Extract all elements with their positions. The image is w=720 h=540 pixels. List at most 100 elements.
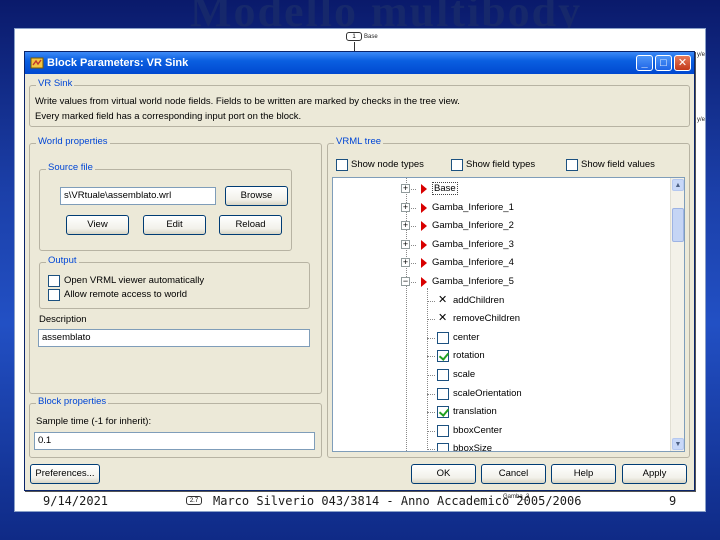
ok-button[interactable]: OK xyxy=(411,464,476,484)
dialog-titlebar[interactable]: Block Parameters: VR Sink _ □ ✕ xyxy=(25,52,694,74)
page-number: 9 xyxy=(669,494,677,508)
preferences-button[interactable]: Preferences... xyxy=(30,464,100,484)
field-checkbox[interactable] xyxy=(437,350,449,363)
tree-branch-line xyxy=(427,375,435,376)
tree-field-row[interactable]: bboxCenter xyxy=(333,422,668,440)
vr-sink-group-title: VR Sink xyxy=(36,78,75,89)
field-checkbox[interactable] xyxy=(437,406,449,419)
open-viewer-label: Open VRML viewer automatically xyxy=(64,275,205,286)
apply-button[interactable]: Apply xyxy=(622,464,687,484)
scroll-down-arrow-icon[interactable]: ▼ xyxy=(672,438,684,450)
sample-time-input[interactable]: 0.1 xyxy=(34,432,315,450)
view-button[interactable]: View xyxy=(66,215,129,235)
tree-branch-line xyxy=(427,412,435,414)
simulink-caption-right-1: y/e xyxy=(697,52,706,58)
maximize-button[interactable]: □ xyxy=(655,55,672,71)
vr-sink-description-line1: Write values from virtual world node fie… xyxy=(35,96,460,107)
cancel-button[interactable]: Cancel xyxy=(481,464,546,484)
field-checkbox[interactable] xyxy=(437,387,449,400)
vrml-tree-title: VRML tree xyxy=(334,136,384,147)
source-file-title: Source file xyxy=(46,162,95,173)
tree-node-row[interactable]: + Gamba_Inferiore_3 xyxy=(333,236,668,254)
tree-field-label: addChildren xyxy=(453,294,505,306)
tree-field-row[interactable]: bboxSize xyxy=(333,440,668,451)
description-label: Description xyxy=(39,314,87,325)
reload-button[interactable]: Reload xyxy=(219,215,282,235)
vrml-node-icon xyxy=(421,202,427,213)
not-writable-icon: ✕ xyxy=(438,293,448,306)
field-checkbox[interactable] xyxy=(437,424,449,437)
tree-field-label: scaleOrientation xyxy=(453,387,522,399)
tree-branch-line xyxy=(427,430,435,432)
tree-field-row[interactable]: scaleOrientation xyxy=(333,385,668,403)
tree-branch-line xyxy=(427,337,435,339)
show-field-types-label: Show field types xyxy=(466,159,536,170)
tree-node-label: Gamba_Inferiore_3 xyxy=(432,238,514,250)
tree-node-label: Gamba_Inferiore_5 xyxy=(432,276,514,287)
vrml-node-icon xyxy=(421,221,427,232)
tree-scrollbar[interactable]: ▲ ▼ xyxy=(670,178,684,451)
vr-sink-description-line2: Every marked field has a corresponding i… xyxy=(35,111,302,122)
simulink-logo-icon xyxy=(30,57,44,69)
show-field-values-label: Show field values xyxy=(581,159,655,170)
footer-date: 9/14/2021 xyxy=(43,494,109,508)
tree-node-label: Gamba_Inferiore_4 xyxy=(432,257,514,269)
tree-field-row[interactable]: rotation xyxy=(333,347,668,365)
tree-field-label: scale xyxy=(453,369,476,380)
expand-icon[interactable]: + xyxy=(401,239,410,249)
tree-field-label: bboxCenter xyxy=(453,424,503,436)
footer-text: Marco Silverio 043/3814 - Anno Accademic… xyxy=(213,494,582,508)
tree-node-row[interactable]: − Gamba_Inferiore_5 xyxy=(333,273,668,291)
expand-icon[interactable]: + xyxy=(401,202,410,212)
close-button[interactable]: ✕ xyxy=(674,55,691,71)
tree-branch-line xyxy=(427,356,435,358)
help-button[interactable]: Help xyxy=(551,464,616,484)
tree-field-row[interactable]: ✕ addChildren xyxy=(333,292,668,310)
show-field-values-checkbox[interactable] xyxy=(566,159,578,171)
tree-node-label: Gamba_Inferiore_2 xyxy=(432,220,514,232)
expand-icon[interactable]: + xyxy=(401,221,410,231)
edit-button[interactable]: Edit xyxy=(143,215,206,235)
field-checkbox[interactable] xyxy=(437,369,449,381)
show-node-types-checkbox[interactable] xyxy=(336,159,348,171)
tree-field-label: removeChildren xyxy=(453,313,521,325)
scroll-up-arrow-icon[interactable]: ▲ xyxy=(672,179,684,191)
vr-sink-group: VR Sink Write values from virtual world … xyxy=(29,78,690,127)
vrml-tree-view[interactable]: + Base + Gamba_Inferiore_1 + Gamba_Inferiore_… xyxy=(332,177,685,452)
tree-node-row[interactable]: + Gamba_Inferiore_2 xyxy=(333,217,668,235)
block-properties-title: Block properties xyxy=(36,396,109,407)
open-viewer-checkbox[interactable] xyxy=(48,275,60,287)
world-properties-title: World properties xyxy=(36,136,110,147)
tree-field-label: center xyxy=(453,331,480,343)
show-node-types-label: Show node types xyxy=(351,159,424,170)
expand-icon[interactable]: + xyxy=(401,258,410,268)
output-title: Output xyxy=(46,255,79,266)
browse-button[interactable]: Browse xyxy=(225,186,288,206)
collapse-icon[interactable]: − xyxy=(401,277,410,286)
tree-branch-line xyxy=(427,393,435,395)
minimize-button[interactable]: _ xyxy=(636,55,653,71)
tree-node-row[interactable]: + Base xyxy=(333,180,668,198)
vrml-node-icon xyxy=(421,184,427,194)
tree-node-row[interactable]: + Gamba_Inferiore_4 xyxy=(333,254,668,272)
dialog-title: Block Parameters: VR Sink xyxy=(47,57,189,69)
remote-access-label: Allow remote access to world xyxy=(64,289,188,300)
description-input[interactable]: assemblato xyxy=(38,329,310,347)
show-field-types-checkbox[interactable] xyxy=(451,159,463,171)
tree-field-row[interactable]: scale xyxy=(333,366,668,384)
remote-access-checkbox[interactable] xyxy=(48,289,60,301)
expand-icon[interactable]: + xyxy=(401,184,410,193)
tree-field-row[interactable]: center xyxy=(333,329,668,347)
scroll-thumb[interactable] xyxy=(672,208,684,242)
source-file-group: Source file xyxy=(39,162,292,251)
tree-field-row[interactable]: translation xyxy=(333,403,668,421)
tree-branch-line xyxy=(427,300,435,302)
tree-field-label: rotation xyxy=(453,350,485,362)
tree-node-row[interactable]: + Gamba_Inferiore_1 xyxy=(333,199,668,217)
vrml-node-icon xyxy=(421,277,427,287)
field-checkbox[interactable] xyxy=(437,331,449,344)
tree-branch-line xyxy=(427,319,435,321)
source-file-input[interactable]: s\VRtuale\assemblato.wrl xyxy=(60,187,216,205)
field-checkbox[interactable] xyxy=(437,443,449,451)
tree-field-row[interactable]: ✕ removeChildren xyxy=(333,310,668,328)
